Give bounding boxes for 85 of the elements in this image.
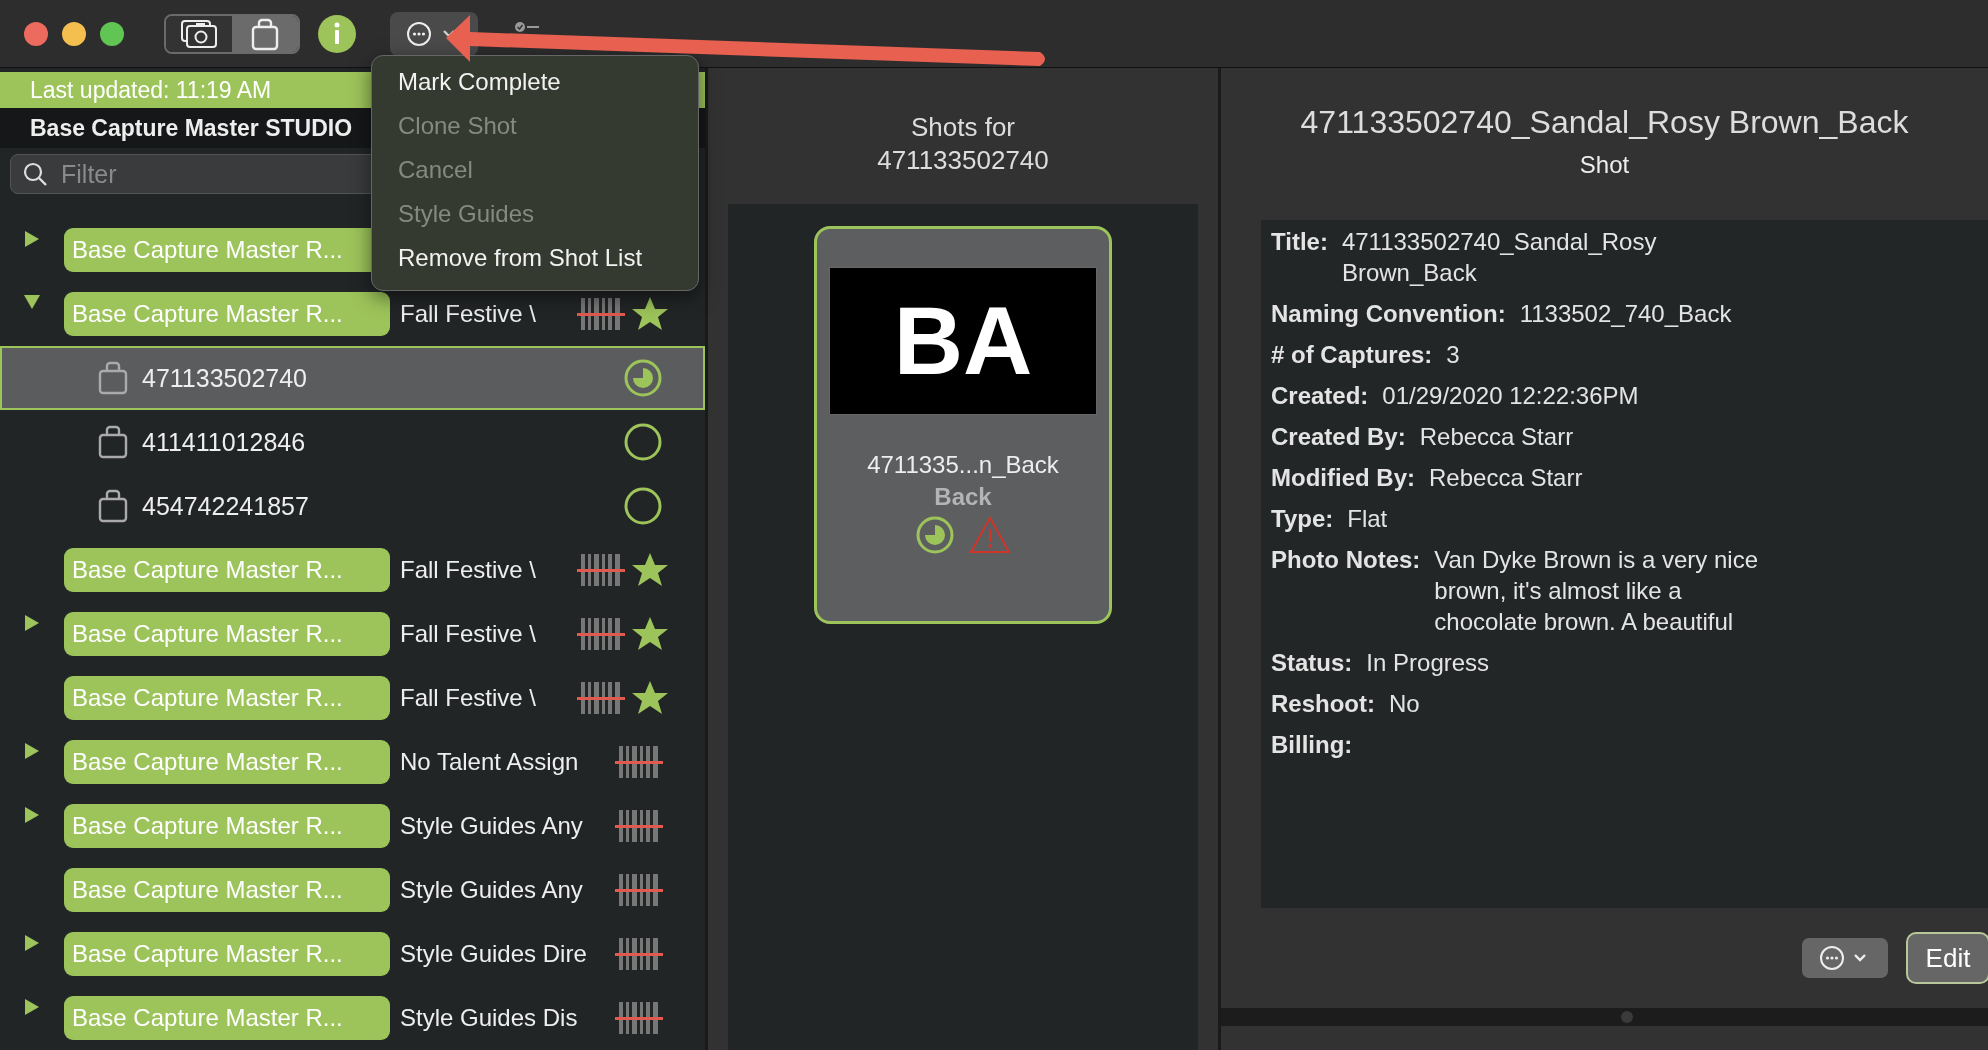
check-dash-icon[interactable]	[514, 19, 540, 34]
shot-view: Back	[934, 483, 992, 511]
more-button[interactable]	[1802, 938, 1888, 978]
shot-list-tag[interactable]: Base Capture Master R...	[64, 868, 390, 912]
product-id: 454742241857	[142, 491, 310, 521]
product-id: 411411012846	[142, 427, 307, 457]
star-icon[interactable]	[631, 680, 669, 716]
shot-list-tag[interactable]: Base Capture Master R...	[64, 548, 390, 592]
shot-list-subtitle: Fall Festive \	[400, 300, 537, 327]
product-id: 471133502740	[142, 363, 308, 393]
shot-list-tag[interactable]: Base Capture Master R...	[64, 676, 390, 720]
shot-title: 471133502740_Sandal_Rosy Brown_Back	[1300, 104, 1909, 141]
product-row[interactable]: 411411012846	[0, 410, 705, 474]
menu-item[interactable]: Mark Complete	[398, 66, 561, 97]
shot-name: 4711335...n_Back	[867, 451, 1059, 479]
field-label: # of Captures:	[1271, 340, 1433, 370]
star-icon[interactable]	[631, 616, 669, 652]
field-label: Type:	[1271, 504, 1334, 534]
field-label: Modified By:	[1271, 463, 1415, 493]
field-label: Reshoot:	[1271, 689, 1375, 719]
shot-list-subtitle: Fall Festive \	[400, 556, 537, 583]
field-label: Photo Notes:	[1271, 545, 1421, 575]
segmented-control[interactable]	[164, 13, 300, 54]
bag-icon	[98, 361, 128, 395]
close-button[interactable]	[24, 21, 48, 46]
shot-list-subtitle: Style Guides Any	[400, 876, 583, 903]
camera-segment[interactable]	[166, 15, 232, 52]
shot-list-subtitle: Style Guides Any	[400, 812, 583, 839]
shot-list-tag[interactable]: Base Capture Master R...	[64, 292, 390, 336]
bag-segment[interactable]	[232, 15, 298, 52]
disclosure-triangle[interactable]	[24, 614, 40, 632]
field-label: Created:	[1271, 381, 1369, 411]
disclosure-triangle[interactable]	[24, 806, 40, 824]
shot-list-subtitle: Style Guides Dire	[400, 940, 587, 967]
minimize-button[interactable]	[62, 21, 86, 46]
bag-icon	[249, 16, 281, 51]
field-value: No	[1389, 689, 1420, 719]
info-icon[interactable]	[318, 14, 356, 53]
disclosure-triangle[interactable]	[24, 998, 40, 1016]
shot-subtitle: Shot	[1579, 151, 1630, 179]
field-label: Title:	[1271, 227, 1328, 257]
shot-list-tag[interactable]: Base Capture Master R...	[64, 740, 390, 784]
bag-icon	[98, 489, 128, 523]
field-label: Naming Convention:	[1271, 299, 1506, 329]
disclosure-triangle[interactable]	[24, 934, 40, 952]
field-value: 3	[1446, 340, 1460, 370]
shot-list-tag[interactable]: Base Capture Master R...	[64, 996, 390, 1040]
last-updated-text: Last updated: 11:19 AM	[30, 76, 272, 104]
field-value: Rebecca Starr	[1429, 463, 1583, 493]
shot-list-subtitle: Style Guides Dis	[400, 1004, 578, 1031]
shot-list-subtitle: Fall Festive \	[400, 684, 537, 711]
shot-list-tag[interactable]: Base Capture Master R...	[64, 932, 390, 976]
shot-list-tag[interactable]: Base Capture Master R...	[64, 612, 390, 656]
disclosure-triangle[interactable]	[23, 294, 41, 310]
menu-item[interactable]: Remove from Shot List	[398, 242, 643, 273]
field-value: Rebecca Starr	[1419, 422, 1574, 452]
shot-list-subtitle: No Talent Assign	[400, 748, 579, 775]
project-title: Base Capture Master STUDIO	[30, 114, 353, 142]
shots-product-id: 471133502740	[877, 145, 1049, 176]
field-label: Status:	[1271, 648, 1353, 678]
edit-button[interactable]: Edit	[1906, 932, 1988, 984]
shots-heading: Shots for	[910, 112, 1016, 143]
field-value: Flat	[1347, 504, 1388, 534]
star-icon[interactable]	[631, 552, 669, 588]
disclosure-triangle[interactable]	[24, 230, 40, 248]
star-icon[interactable]	[631, 296, 669, 332]
scroll-handle[interactable]	[1621, 1011, 1633, 1023]
field-value: In Progress	[1366, 648, 1490, 678]
shot-list-subtitle: Fall Festive \	[400, 620, 537, 647]
field-value: 471133502740_Sandal_Rosy Brown_Back	[1341, 227, 1657, 288]
field-label: Created By:	[1271, 422, 1406, 452]
field-value: 01/29/2020 12:22:36PM	[1382, 381, 1639, 411]
field-value: Van Dyke Brown is a very nice brown, it's almost like a chocolate brown. A beautiful	[1434, 545, 1758, 637]
disclosure-triangle[interactable]	[24, 742, 40, 760]
zoom-button[interactable]	[100, 21, 124, 46]
camera-icon	[179, 17, 219, 50]
field-label: Billing:	[1271, 730, 1353, 760]
field-value: 1133502_740_Back	[1519, 299, 1732, 329]
product-row[interactable]: 454742241857	[0, 474, 705, 538]
thumbnail-text: BA	[893, 286, 1033, 396]
shot-list-tag[interactable]: Base Capture Master R...	[64, 804, 390, 848]
product-row[interactable]: 471133502740	[0, 346, 705, 410]
search-icon	[22, 161, 48, 187]
bag-icon	[98, 425, 128, 459]
shot-card[interactable]: BA 4711335...n_Back Back	[814, 226, 1112, 624]
